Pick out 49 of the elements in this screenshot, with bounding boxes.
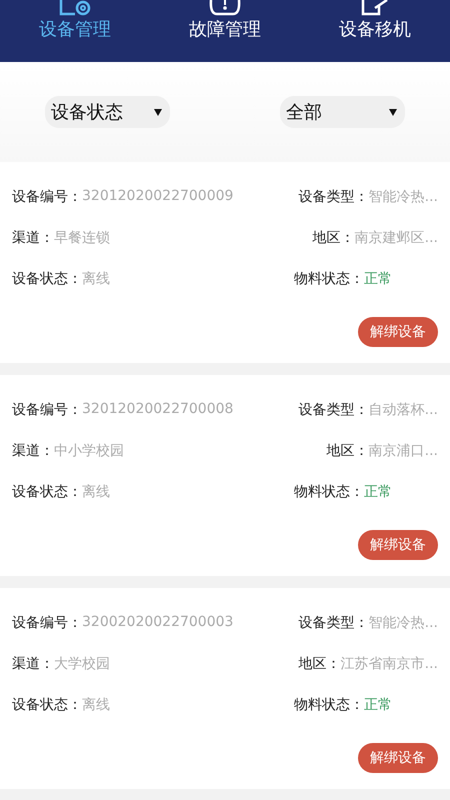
- field-label: 设备状态：: [12, 696, 82, 714]
- field-value: 中小学校园: [54, 442, 124, 460]
- field-label: 物料状态：: [294, 696, 364, 714]
- field-label: 地区：: [312, 228, 355, 246]
- field-label: 渠道：: [12, 654, 54, 672]
- caret-icon: [389, 108, 397, 116]
- field-label: 设备状态：: [12, 482, 82, 500]
- field-label: 物料状态：: [294, 482, 364, 500]
- field-value: 32002020022700003: [82, 614, 234, 632]
- field-label: 设备类型：: [298, 400, 369, 418]
- field-value: 正常: [364, 270, 392, 288]
- field-value: 32012020022700008: [82, 400, 234, 418]
- field-label: 地区：: [298, 654, 341, 672]
- field-value: 南京建邺区...: [354, 228, 438, 246]
- field-value: 大学校园: [54, 654, 110, 672]
- field-value: 离线: [82, 482, 110, 500]
- field-label: 设备编号：: [12, 188, 82, 206]
- dropdown[interactable]: 设备状态: [45, 96, 170, 128]
- field-value: 南京浦口...: [368, 442, 438, 460]
- unbind-button[interactable]: 解绑设备: [358, 743, 438, 773]
- field-value: 自动落杯...: [368, 400, 438, 418]
- field-label: 设备类型：: [298, 614, 369, 632]
- dropdown[interactable]: 全部: [280, 96, 405, 128]
- field-label: 设备状态：: [12, 270, 82, 288]
- field-value: 正常: [364, 696, 392, 714]
- nav-tab[interactable]: 故障管理: [150, 0, 300, 62]
- field-value: 离线: [82, 696, 110, 714]
- warning-cloud-icon: [209, 0, 241, 16]
- field-value: 32012020022700009: [82, 188, 234, 206]
- field-label: 渠道：: [12, 442, 54, 460]
- field-label: 设备编号：: [12, 614, 82, 632]
- field-value: 智能冷热...: [368, 188, 438, 206]
- field-label: 地区：: [326, 442, 369, 460]
- caret-icon: [154, 108, 162, 116]
- nav-tab[interactable]: 设备管理: [0, 0, 150, 62]
- nav-tab[interactable]: 设备移机: [300, 0, 450, 62]
- field-value: 智能冷热...: [368, 614, 438, 632]
- field-label: 渠道：: [12, 228, 54, 246]
- unbind-button[interactable]: 解绑设备: [358, 530, 438, 560]
- field-label: 设备编号：: [12, 400, 82, 418]
- field-value: 江苏省南京市...: [340, 654, 438, 672]
- unbind-button[interactable]: 解绑设备: [358, 317, 438, 347]
- field-label: 物料状态：: [294, 270, 364, 288]
- field-value: 早餐连锁: [54, 228, 110, 246]
- field-label: 设备类型：: [298, 188, 369, 206]
- field-value: 离线: [82, 270, 110, 288]
- monitor-gear-icon: [59, 0, 91, 16]
- field-value: 正常: [364, 482, 392, 500]
- edit-document-icon: [361, 0, 389, 16]
